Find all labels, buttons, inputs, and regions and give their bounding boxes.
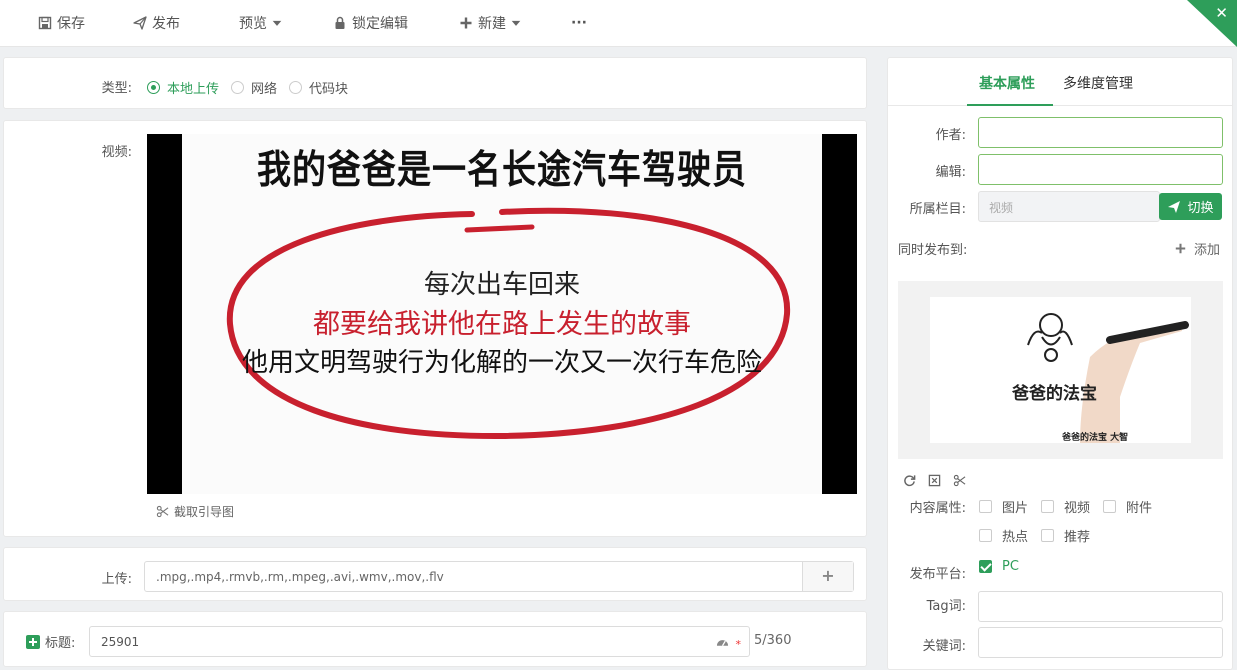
- column-value: 视频: [989, 201, 1014, 215]
- thumbnail-image: 爸爸的法宝 爸爸的法宝 大智: [930, 297, 1191, 443]
- send-icon: [1168, 200, 1181, 213]
- content-attr-video-label: 视频: [1064, 501, 1091, 516]
- platform-label: 发布平台:: [909, 567, 966, 582]
- content-attr-recommend-label: 推荐: [1064, 530, 1091, 545]
- preview-dropdown[interactable]: 预览: [239, 12, 282, 34]
- remove-image-icon[interactable]: [928, 474, 941, 487]
- refresh-icon[interactable]: [903, 474, 916, 487]
- preview-label: 预览: [239, 16, 267, 32]
- upload-label: 上传:: [101, 572, 132, 587]
- plus-icon: [1175, 243, 1186, 254]
- content-attr-attachment-label: 附件: [1126, 501, 1153, 516]
- title-label-wrap: 标题:: [26, 632, 75, 651]
- thumbnail-preview[interactable]: 爸爸的法宝 爸爸的法宝 大智: [898, 281, 1223, 459]
- type-radio-group: 本地上传 网络 代码块: [147, 78, 348, 97]
- copublish-add-button[interactable]: 添加: [1175, 239, 1220, 258]
- title-card: 标题: 25901 * 5/360: [3, 611, 867, 667]
- editor-label: 编辑:: [935, 165, 966, 180]
- platform-pc-checkbox[interactable]: PC: [979, 559, 1019, 574]
- platform-pc-label: PC: [1002, 559, 1019, 574]
- save-button[interactable]: 保存: [38, 12, 85, 34]
- copublish-add-label: 添加: [1194, 243, 1221, 258]
- upload-input[interactable]: .mpg,.mp4,.rmvb,.rm,.mpeg,.avi,.wmv,.mov…: [144, 561, 854, 592]
- toolbar: 保存 发布 预览 锁定编辑 新建 ··· ✕: [0, 0, 1237, 47]
- radio-local-upload-label: 本地上传: [167, 82, 220, 97]
- capture-label: 截取引导图: [174, 505, 235, 519]
- scissors-icon[interactable]: [953, 474, 966, 487]
- upload-add-button[interactable]: +: [802, 562, 853, 591]
- lock-edit-label: 锁定编辑: [352, 16, 408, 32]
- plus-icon: [460, 17, 472, 29]
- upload-formats: .mpg,.mp4,.rmvb,.rm,.mpeg,.avi,.wmv,.mov…: [156, 570, 444, 584]
- content-attr-image[interactable]: 图片: [979, 497, 1028, 516]
- tab-basic-properties[interactable]: 基本属性: [979, 73, 1035, 93]
- video-line-3: 他用文明驾驶行为化解的一次又一次行车危险: [241, 348, 762, 378]
- lock-icon: [335, 16, 345, 29]
- capture-thumbnail-button[interactable]: 截取引导图: [156, 503, 234, 520]
- author-label: 作者:: [935, 128, 966, 143]
- content-attr-recommend[interactable]: 推荐: [1041, 526, 1090, 545]
- upload-card: 上传: .mpg,.mp4,.rmvb,.rm,.mpeg,.avi,.wmv,…: [3, 547, 867, 601]
- content-attr-hot-label: 热点: [1002, 530, 1029, 545]
- column-label: 所属栏目:: [909, 202, 966, 217]
- caret-down-icon: [511, 20, 521, 26]
- tag-input[interactable]: [978, 591, 1223, 622]
- publish-label: 发布: [152, 16, 180, 32]
- keyword-input[interactable]: [978, 627, 1223, 658]
- caret-down-icon: [272, 20, 282, 26]
- active-tab-indicator: [967, 104, 1053, 106]
- video-frame: 我的爸爸是一名长途汽车驾驶员 每次出车回来 都要给我讲他在路上发生的故事 他用文…: [182, 134, 822, 494]
- new-dropdown[interactable]: 新建: [459, 12, 521, 34]
- dashboard-icon[interactable]: [716, 636, 729, 648]
- title-char-count: 5/360: [754, 633, 792, 648]
- radio-code-block[interactable]: 代码块: [289, 78, 348, 97]
- lock-edit-button[interactable]: 锁定编辑: [333, 12, 408, 34]
- type-label: 类型:: [101, 81, 132, 96]
- thumbnail-caption: 爸爸的法宝: [1011, 383, 1097, 404]
- publish-button[interactable]: 发布: [133, 12, 180, 34]
- title-value: 25901: [101, 635, 140, 649]
- content-attr-attachment[interactable]: 附件: [1103, 497, 1152, 516]
- switch-column-button[interactable]: 切换: [1159, 193, 1222, 220]
- content-attr-image-label: 图片: [1002, 501, 1029, 516]
- radio-code-block-label: 代码块: [309, 82, 349, 97]
- content-attr-hot[interactable]: 热点: [979, 526, 1028, 545]
- required-mark: *: [735, 638, 742, 651]
- type-card: 类型: 本地上传 网络 代码块: [3, 57, 867, 109]
- copublish-label: 同时发布到:: [898, 243, 968, 258]
- tag-label: Tag词:: [926, 599, 966, 614]
- video-line-2: 都要给我讲他在路上发生的故事: [313, 309, 691, 340]
- video-line-1: 每次出车回来: [423, 270, 580, 300]
- content-attr-video[interactable]: 视频: [1041, 497, 1090, 516]
- keyword-label: 关键词:: [922, 639, 966, 654]
- author-input[interactable]: [978, 117, 1223, 148]
- video-label: 视频:: [101, 145, 132, 160]
- radio-local-upload[interactable]: 本地上传: [147, 78, 219, 97]
- scissors-icon: [156, 505, 169, 518]
- video-player[interactable]: 我的爸爸是一名长途汽车驾驶员 每次出车回来 都要给我讲他在路上发生的故事 他用文…: [147, 134, 857, 494]
- whiteboard-hand-illustration: 爸爸的法宝 爸爸的法宝 大智: [1011, 313, 1189, 443]
- title-label: 标题:: [45, 636, 76, 651]
- radio-network[interactable]: 网络: [231, 78, 277, 97]
- new-label: 新建: [478, 16, 506, 32]
- close-button[interactable]: ✕: [1187, 0, 1237, 47]
- more-icon: ···: [571, 15, 587, 31]
- content-attr-label: 内容属性:: [909, 501, 966, 516]
- switch-label: 切换: [1187, 201, 1214, 216]
- plus-square-icon[interactable]: [26, 634, 40, 649]
- close-icon: ✕: [1215, 4, 1228, 22]
- thumbnail-tools: [903, 474, 966, 487]
- save-icon: [38, 16, 52, 30]
- video-card: 视频: 我的爸爸是一名长途汽车驾驶员 每次出车回来 都要给我讲他在路上发生的故事…: [3, 120, 867, 537]
- radio-network-label: 网络: [251, 82, 278, 97]
- more-button[interactable]: ···: [571, 12, 587, 34]
- tab-multi-dimension[interactable]: 多维度管理: [1063, 73, 1133, 93]
- save-label: 保存: [57, 16, 85, 32]
- editor-input[interactable]: [978, 154, 1223, 185]
- send-icon: [133, 16, 147, 30]
- column-input[interactable]: 视频: [978, 191, 1160, 222]
- title-input[interactable]: 25901 *: [89, 626, 750, 657]
- thumbnail-subcaption: 爸爸的法宝 大智: [1061, 431, 1128, 443]
